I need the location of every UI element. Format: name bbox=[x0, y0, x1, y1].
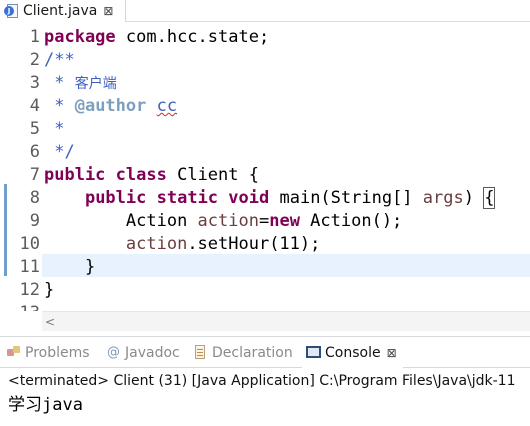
keyword: public bbox=[84, 188, 147, 208]
assign-op: = bbox=[258, 211, 270, 231]
comment-star: * bbox=[44, 96, 75, 116]
line-number: 13 bbox=[8, 302, 40, 311]
comment-description: 客户端 bbox=[74, 76, 117, 92]
chevron-left-icon[interactable]: < bbox=[45, 312, 55, 332]
problems-icon bbox=[6, 345, 21, 360]
comment-text: /** bbox=[44, 50, 75, 70]
local-variable: action bbox=[197, 211, 259, 231]
comment-star: * bbox=[44, 73, 75, 93]
tab-javadoc[interactable]: @ Javadoc bbox=[106, 337, 180, 368]
author-name: cc bbox=[156, 96, 178, 116]
keyword: static bbox=[156, 188, 219, 208]
line-number: 9 bbox=[29, 211, 40, 231]
code-line-method-close: } bbox=[44, 256, 95, 279]
line-number: 1 bbox=[29, 27, 40, 47]
line-number: 8 bbox=[29, 188, 40, 208]
line-number: 12 bbox=[19, 280, 40, 300]
keyword: class bbox=[115, 165, 167, 185]
type-name: Action bbox=[125, 211, 198, 231]
javadoc-icon: @ bbox=[107, 345, 120, 360]
javadoc-tag: @author bbox=[74, 96, 147, 116]
parameter-name: args bbox=[422, 188, 464, 208]
code-line-set-hour: action.setHour(11); bbox=[44, 233, 320, 256]
package-name: com.hcc.state; bbox=[115, 27, 270, 47]
close-icon[interactable]: ⊠ bbox=[387, 346, 397, 360]
closing-brace: } bbox=[84, 257, 96, 277]
line-number: 6 bbox=[29, 142, 40, 162]
declaration-icon bbox=[193, 345, 208, 360]
tab-label: Declaration bbox=[212, 344, 293, 361]
tab-declaration[interactable]: Declaration bbox=[193, 337, 293, 368]
line-number: 10 bbox=[19, 234, 40, 254]
editor-tab-strip: J Client.java ⊠ bbox=[0, 0, 530, 22]
editor-tab-client-java[interactable]: J Client.java ⊠ bbox=[0, 0, 126, 22]
current-line-highlight bbox=[42, 254, 530, 277]
close-icon[interactable]: ⊠ bbox=[103, 4, 113, 18]
view-tab-strip: Problems @ Javadoc Declaration Console ⊠ bbox=[0, 336, 530, 368]
comment-text: */ bbox=[44, 142, 75, 162]
console-panel[interactable]: <terminated> Client (31) [Java Applicati… bbox=[0, 368, 530, 426]
local-variable: action bbox=[125, 234, 188, 254]
java-file-icon: J bbox=[4, 3, 20, 19]
line-number: 3 bbox=[29, 73, 40, 93]
keyword: package bbox=[44, 27, 116, 47]
tab-label: Javadoc bbox=[125, 344, 180, 361]
line-number: 7 bbox=[29, 165, 40, 185]
console-icon bbox=[306, 345, 321, 360]
code-line-comment-close: */ bbox=[44, 141, 75, 164]
code-line-main-decl: public static void main(String[] args) { bbox=[44, 187, 496, 210]
change-marker bbox=[4, 184, 7, 276]
line-number: 2 bbox=[29, 50, 40, 70]
editor-tab-label: Client.java bbox=[23, 3, 98, 19]
keyword: new bbox=[269, 211, 300, 231]
keyword: public bbox=[44, 165, 106, 185]
code-line-author: * @author cc bbox=[44, 95, 177, 118]
closing-brace: } bbox=[44, 280, 55, 300]
code-line-package: package com.hcc.state; bbox=[44, 26, 269, 49]
code-line-class-close: } bbox=[44, 279, 54, 302]
line-number: 5 bbox=[29, 119, 40, 139]
code-line-class-decl: public class Client { bbox=[44, 164, 259, 187]
code-line-comment-open: /** bbox=[44, 49, 75, 72]
comment-text: * bbox=[44, 119, 65, 139]
keyword: void bbox=[228, 188, 270, 208]
matching-brace: { bbox=[483, 187, 496, 209]
paren-close: ) bbox=[463, 188, 485, 208]
method-call: .setHour(11); bbox=[187, 234, 321, 254]
method-signature: main(String[] bbox=[269, 188, 423, 208]
console-status: <terminated> Client (31) [Java Applicati… bbox=[8, 373, 516, 389]
class-name: Client { bbox=[166, 165, 259, 185]
code-line-comment-desc: * 客户端 bbox=[44, 72, 117, 96]
line-number: 11 bbox=[19, 257, 40, 277]
tab-label: Console bbox=[325, 344, 381, 361]
line-number: 4 bbox=[29, 96, 40, 116]
code-editor[interactable]: 1 2 3 4 5 6 7 8 9 10 11 12 13 package co… bbox=[0, 22, 530, 312]
console-output: 学习java bbox=[8, 395, 83, 415]
tab-label: Problems bbox=[25, 344, 90, 361]
constructor-call: Action(); bbox=[299, 211, 403, 231]
tab-console[interactable]: Console ⊠ bbox=[302, 337, 403, 368]
code-line-new-action: Action action=new Action(); bbox=[44, 210, 402, 233]
tab-problems[interactable]: Problems bbox=[6, 337, 90, 368]
code-line-comment-blank: * bbox=[44, 118, 64, 141]
horizontal-scrollbar[interactable]: < bbox=[42, 311, 530, 331]
